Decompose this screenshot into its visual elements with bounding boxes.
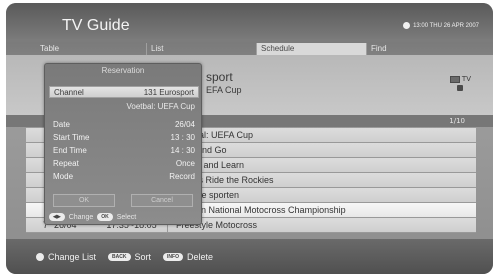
- date-value: 26/04: [174, 119, 195, 129]
- cancel-button[interactable]: Cancel: [131, 194, 193, 207]
- sort-label: Sort: [134, 251, 152, 262]
- tab-bar: Table List Schedule Find: [36, 43, 486, 55]
- tv-badge: TV: [449, 75, 471, 91]
- tab-schedule[interactable]: Schedule: [256, 43, 366, 55]
- lock-icon: [457, 85, 464, 91]
- end-time-label: End Time: [53, 145, 87, 155]
- arrow-keys-icon: ◀▶: [49, 213, 65, 221]
- channel-label: Channel: [54, 87, 84, 97]
- program-subtitle: EFA Cup: [206, 85, 242, 95]
- dialog-title: Reservation: [101, 66, 145, 75]
- repeat-label: Repeat: [53, 158, 79, 168]
- mode-label: Mode: [53, 171, 74, 181]
- date-field[interactable]: Date 26/04: [49, 118, 199, 130]
- date-label: Date: [53, 119, 70, 129]
- repeat-field[interactable]: Repeat Once: [49, 157, 199, 169]
- change-list-hint[interactable]: Change List: [36, 252, 96, 262]
- ok-key-icon: OK: [97, 213, 113, 221]
- tab-find[interactable]: Find: [366, 43, 466, 55]
- tv-icon: [449, 75, 460, 83]
- channel-field[interactable]: Channel 131 Eurosport: [49, 86, 199, 98]
- change-list-label: Change List: [48, 251, 97, 262]
- reservation-dialog: Reservation Channel 131 Eurosport Voetba…: [44, 63, 202, 225]
- mode-field[interactable]: Mode Record: [49, 170, 199, 182]
- clock: 13:00 THU 26 APR 2007: [403, 22, 479, 29]
- repeat-value: Once: [175, 158, 195, 168]
- start-time-field[interactable]: Start Time 13 : 30: [49, 131, 199, 143]
- tv-label: TV: [461, 75, 471, 83]
- ok-button[interactable]: OK: [53, 194, 115, 207]
- tab-list[interactable]: List: [146, 43, 256, 55]
- channel-value: 131 Eurosport: [143, 87, 194, 97]
- mode-value: Record: [169, 171, 195, 181]
- footer-bar: Change List BACK Sort INFO Delete: [6, 239, 493, 274]
- change-hint: Change: [68, 213, 94, 221]
- start-time-value: 13 : 30: [170, 132, 195, 142]
- dialog-hints: ◀▶ Change OK Select: [49, 212, 199, 222]
- program-title: sport: [206, 70, 233, 84]
- clock-text: 13:00 THU 26 APR 2007: [413, 22, 479, 29]
- delete-label: Delete: [186, 251, 213, 262]
- start-time-label: Start Time: [53, 132, 90, 142]
- select-hint: Select: [116, 213, 137, 221]
- program-value: Voetbal: UEFA Cup: [126, 102, 196, 111]
- end-time-value: 14 : 30: [170, 145, 195, 155]
- title-bar: TV Guide 13:00 THU 26 APR 2007: [6, 3, 493, 39]
- tab-table[interactable]: Table: [36, 43, 146, 55]
- sort-hint[interactable]: BACK Sort: [108, 252, 151, 262]
- app-title: TV Guide: [62, 17, 130, 34]
- dialog-buttons: OK Cancel: [53, 194, 193, 207]
- end-time-field[interactable]: End Time 14 : 30: [49, 144, 199, 156]
- back-key-icon: BACK: [108, 252, 131, 261]
- page-indicator: 1/10: [449, 117, 465, 125]
- info-key-icon: INFO: [163, 252, 183, 261]
- clock-icon: [403, 22, 411, 29]
- tv-screen: TV Guide 13:00 THU 26 APR 2007 Table Lis…: [6, 3, 493, 274]
- delete-hint[interactable]: INFO Delete: [163, 252, 213, 262]
- color-key-icon: [36, 252, 44, 261]
